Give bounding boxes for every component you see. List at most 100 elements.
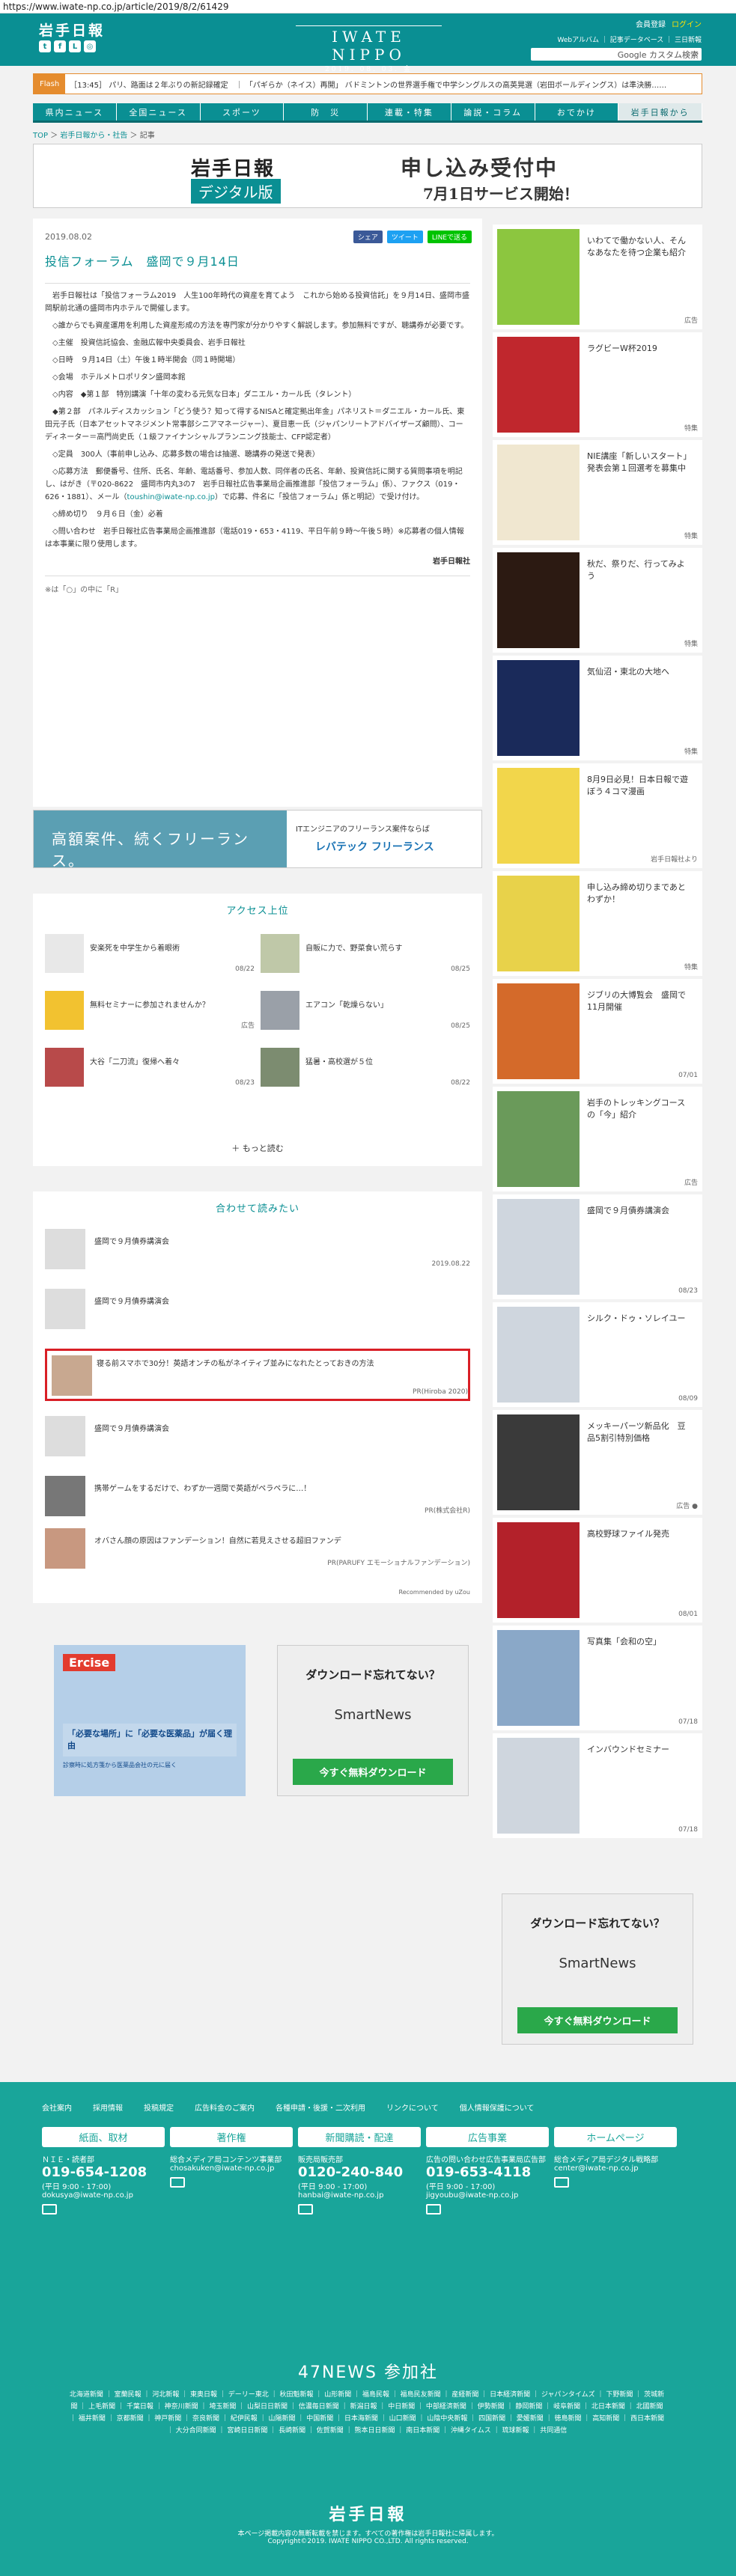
freelance-ad[interactable]: 高額案件、続くフリーランス。 ITエンジニアのフリーランス案件ならば レバテック… xyxy=(33,810,482,870)
footer-logo[interactable]: 岩手日報 xyxy=(0,2501,736,2525)
share-buttons: シェア ツイート LINEで送る xyxy=(353,231,472,243)
facebook-icon[interactable]: f xyxy=(54,40,66,52)
list-item[interactable]: 盛岡で９月債券講演会 2019.08.22 xyxy=(45,1229,470,1271)
article-signature: 岩手日報社 xyxy=(433,558,470,566)
mail-icon[interactable] xyxy=(426,2204,441,2215)
ercise-ad[interactable]: Ercise 「必要な場所」に「必要な医薬品」が届く理由 診察時に処方箋から医薬… xyxy=(54,1645,246,1796)
download-button[interactable]: 今すぐ無料ダウンロード xyxy=(517,2007,678,2033)
brand-title: IWATE NIPPO 2019. 08. 03. 金 xyxy=(296,25,442,76)
twitter-icon[interactable]: t xyxy=(39,40,51,52)
recommended-by: Recommended by uZou xyxy=(398,1589,470,1596)
contact-column: 著作権 総合メディア局コンテンツ事業部 chosakuken@iwate-np.co… xyxy=(170,2127,293,2215)
list-item[interactable]: 盛岡で９月債券講演会 xyxy=(45,1416,470,1458)
header-nav[interactable]: Webアルバム ｜ 記事データベース ｜ 三日新報 xyxy=(557,34,702,44)
ticker-items[interactable]: ［13:45］ パリ、路面は２年ぶりの新記録確定 ｜ 「パギらか（ネイス）再開」… xyxy=(70,79,702,90)
breadcrumb-section[interactable]: 岩手日報から・社告 xyxy=(60,132,127,140)
ranking-item[interactable]: 安楽死を中学生から着眼術 08/22 xyxy=(45,934,255,976)
list-item-highlighted[interactable]: 寝る前スマホで30分！英語オンチの私がネイティブ並みになれたとっておきの方法 PR… xyxy=(45,1349,470,1401)
contact-column: 新聞購読・配達 販売局販売部 0120-240-840 (平日 9:00 - 17:0… xyxy=(298,2127,421,2215)
banner-title: 申し込み受付中 xyxy=(401,156,559,180)
footer-links: 会社案内 採用情報 投稿規定 広告料金のご案内 各種申請・後援・二次利用 リンク… xyxy=(42,2105,535,2113)
contact-column: ホームページ 総合メディア局デジタル戦略部 center@iwate-np.co.j… xyxy=(554,2127,677,2215)
nav-item-series[interactable]: 連載・特集 xyxy=(368,103,451,120)
sidebar-item[interactable]: ジブリの大博覧会 盛岡で11月開催 07/01 xyxy=(493,979,702,1084)
download-button[interactable]: 今すぐ無料ダウンロード xyxy=(293,1759,453,1785)
account-links: 会員登録 ログイン xyxy=(636,18,702,29)
nav-item-sports[interactable]: スポーツ xyxy=(201,103,285,120)
footer-contacts: 紙面、取材 ＮＩＥ・読者部 019-654-1208 (平日 9:00 - 17:00… xyxy=(42,2127,677,2215)
sidebar-item[interactable]: 写真集「会和の空」 07/18 xyxy=(493,1626,702,1730)
line-share-button[interactable]: LINEで送る xyxy=(427,231,472,243)
smartnews-logo: SmartNews xyxy=(334,1707,412,1723)
header-date: 2019. 08. 03. 金 xyxy=(325,66,413,73)
mail-icon[interactable] xyxy=(554,2177,569,2188)
sidebar-item[interactable]: ラグビーW杯2019 特集 xyxy=(493,332,702,437)
mail-icon[interactable] xyxy=(170,2177,185,2188)
article-note: ※は「○」の中に「R」 xyxy=(45,576,470,596)
bottom-ads: Ercise 「必要な場所」に「必要な医薬品」が届く理由 診察時に処方箋から医薬… xyxy=(33,1642,482,1799)
tweet-button[interactable]: ツイート xyxy=(386,231,423,243)
breadcrumb-top[interactable]: TOP xyxy=(33,132,48,140)
list-item[interactable]: 携帯ゲームをするだけで、わずか一週間で英語がペラペラに…！ PR(株式会社R) xyxy=(45,1476,470,1518)
contact-column: 広告事業 広告の問い合わせ広告事業局広告部 019-653-4118 (平日 9:00… xyxy=(426,2127,549,2215)
nav-item-outing[interactable]: おでかけ xyxy=(535,103,619,120)
ranking-section: アクセス上位 安楽死を中学生から着眼術 08/22 自販に力で、野菜食い荒らす 08… xyxy=(33,894,482,1166)
smartnews-ad[interactable]: ダウンロード忘れてない？ SmartNews 今すぐ無料ダウンロード xyxy=(277,1645,469,1796)
nav-item-national[interactable]: 全国ニュース xyxy=(117,103,201,120)
47news-title: 47NEWS 参加社 xyxy=(297,2363,439,2382)
ranking-item[interactable]: 猛暑・高校選が５位 08/22 xyxy=(261,1048,470,1090)
site-footer: 会社案内 採用情報 投稿規定 広告料金のご案内 各種申請・後援・二次利用 リンク… xyxy=(0,2082,736,2576)
instagram-icon[interactable]: ◎ xyxy=(84,40,96,52)
smartnews-ad-side[interactable]: ダウンロード忘れてない？ SmartNews 今すぐ無料ダウンロード xyxy=(502,1893,693,2045)
sidebar-item[interactable]: 8月9日必見！日本日報で遊ぼう４コマ漫画 岩手日報社より xyxy=(493,763,702,868)
contact-column: 紙面、取材 ＮＩＥ・読者部 019-654-1208 (平日 9:00 - 17:00… xyxy=(42,2127,165,2215)
flash-label: Flash xyxy=(34,74,66,94)
article-body: 岩手日報社は「投信フォーラム2019 人生100年時代の資産を育てよう これから… xyxy=(45,283,470,601)
banner-logo: 岩手日報 xyxy=(191,158,276,180)
smartnews-logo: SmartNews xyxy=(559,1956,636,1971)
sidebar-item[interactable]: 秋だ、祭りだ、行ってみよう 特集 xyxy=(493,548,702,653)
sidebar-item[interactable]: インバウンドセミナー 07/18 xyxy=(493,1733,702,1838)
banner-sub: 7月1日サービス開始！ xyxy=(423,185,579,203)
recommended-section: 合わせて読みたい 盛岡で９月債券講演会 2019.08.22 盛岡で９月債券講演会… xyxy=(33,1191,482,1603)
banner-digital: デジタル版 xyxy=(191,179,281,204)
sidebar-item[interactable]: 高校野球ファイル発売 08/01 xyxy=(493,1518,702,1623)
digital-banner[interactable]: 岩手日報 デジタル版 申し込み受付中 7月1日サービス開始！ xyxy=(33,144,702,208)
mail-icon[interactable] xyxy=(42,2204,57,2215)
sidebar-item[interactable]: シルク・ドゥ・ソレイユー 08/09 xyxy=(493,1302,702,1407)
footer-copy: 本ページ掲載内容の無断転載を禁じます。すべての著作権は岩手日報社に帰属します。 C… xyxy=(237,2530,499,2545)
47news-list[interactable]: 北海道新聞 ｜ 室蘭民報 ｜ 河北新報 ｜ 東奥日報 ｜ デーリー東北 ｜ 秋田… xyxy=(67,2389,666,2437)
search-icon[interactable]: ⌕ xyxy=(694,49,699,59)
search-input[interactable]: Google カスタム検索 ⌕ xyxy=(531,48,702,61)
ranking-item[interactable]: 自販に力で、野菜食い荒らす 08/25 xyxy=(261,934,470,976)
facebook-share-button[interactable]: シェア xyxy=(353,231,383,243)
sidebar-item[interactable]: メッキーパーツ新品化 豆品5割引特別価格 広告 ● xyxy=(493,1410,702,1515)
ranking-item[interactable]: エアコン「乾燥らない」 08/25 xyxy=(261,991,470,1033)
sidebar-item[interactable]: 岩手のトレッキングコースの「今」紹介 広告 xyxy=(493,1087,702,1191)
line-icon[interactable]: L xyxy=(69,40,81,52)
ranking-item[interactable]: 無料セミナーに参加されませんか？ 広告 xyxy=(45,991,255,1033)
article-date: 2019.08.02 xyxy=(45,232,92,242)
register-link[interactable]: 会員登録 xyxy=(636,21,666,29)
more-button[interactable]: ＋ もっと読む xyxy=(33,1142,482,1154)
list-item[interactable]: オバさん顔の原因はファンデーション！自然に若見えさせる超旧ファンデ PR(PARU… xyxy=(45,1528,470,1570)
sidebar-item[interactable]: NIE講座「新しいスタート」発表会第１回選考を募集中 特集 xyxy=(493,440,702,545)
nav-item-prefecture[interactable]: 県内ニュース xyxy=(33,103,117,120)
sidebar-item[interactable]: 申し込み締め切りまであとわずか！ 特集 xyxy=(493,871,702,976)
address-bar[interactable]: https://www.iwate-np.co.jp/article/2019/… xyxy=(0,0,736,13)
sidebar-item[interactable]: いわてで働かない人、そんなあなたを待つ企業も紹介 広告 xyxy=(493,225,702,329)
article-title: 投信フォーラム 盛岡で９月14日 xyxy=(45,254,240,269)
nav-item-from-iwate[interactable]: 岩手日報から xyxy=(618,103,702,120)
nav-item-disaster[interactable]: 防 災 xyxy=(284,103,368,120)
email-link[interactable]: toushin@iwate-np.co.jp xyxy=(127,493,215,501)
site-logo[interactable]: 岩手日報 xyxy=(39,19,105,40)
list-item[interactable]: 盛岡で９月債券講演会 xyxy=(45,1289,470,1331)
sidebar-item[interactable]: 気仙沼・東北の大地へ 特集 xyxy=(493,656,702,760)
nav-item-column[interactable]: 論説・コラム xyxy=(451,103,535,120)
main-nav: 県内ニュース 全国ニュース スポーツ 防 災 連載・特集 論説・コラム おでかけ… xyxy=(33,103,702,123)
mail-icon[interactable] xyxy=(298,2204,313,2215)
ranking-item[interactable]: 大谷「二刀流」復帰へ着々 08/23 xyxy=(45,1048,255,1090)
breadcrumb-current: 記事 xyxy=(139,132,155,140)
sidebar-item[interactable]: 盛岡で９月債券講演会 08/23 xyxy=(493,1194,702,1299)
login-link[interactable]: ログイン xyxy=(672,21,702,29)
